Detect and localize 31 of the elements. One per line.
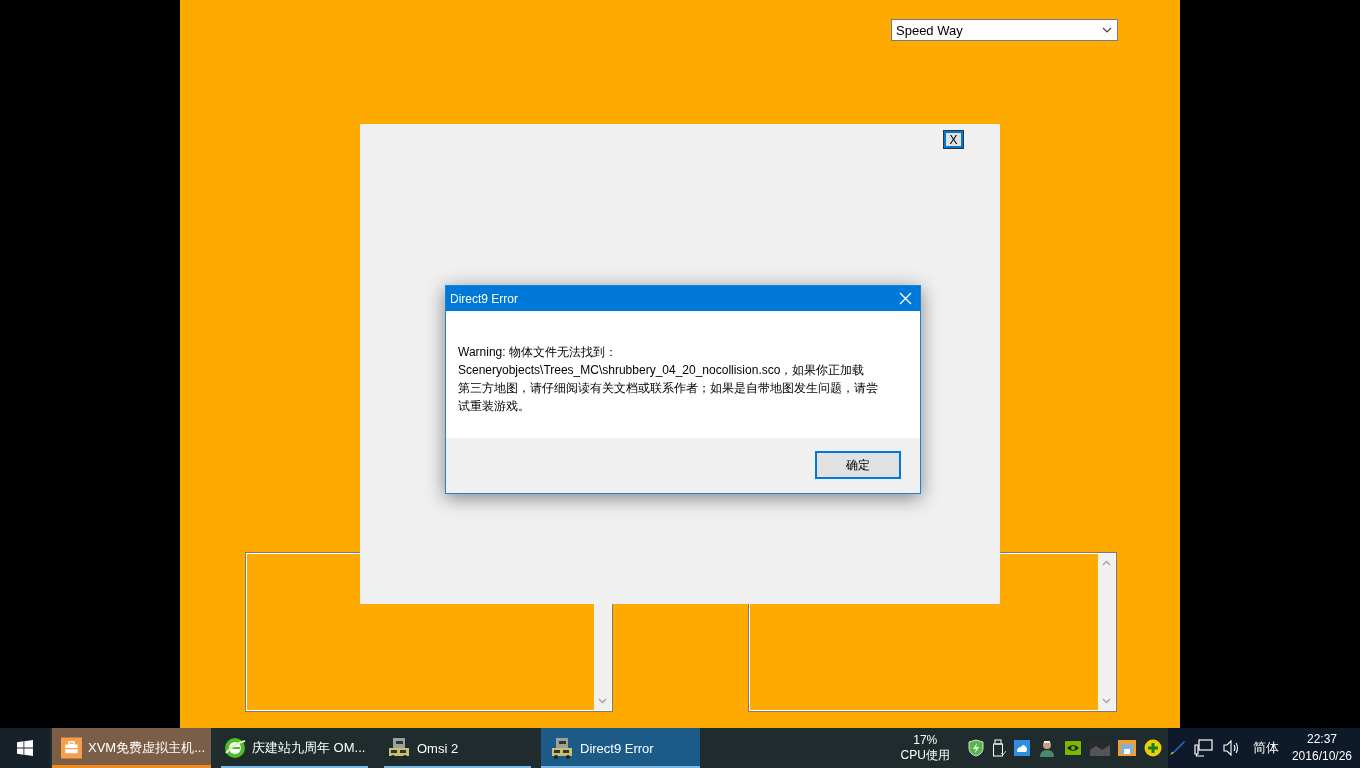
error-message: Warning: 物体文件无法找到： Sceneryobjects\Trees_MC\shrubbery_04_20_nocollision.sco，如果你正加载 第三方地图，请仔细阅读有关文档或联系作者；如果是自带地图发生问题，请尝 试重装游戏。 (458, 344, 879, 415)
dark-thumbnail-icon[interactable] (1089, 740, 1110, 756)
taskbar-button[interactable]: 庆建站九周年 OM... (215, 728, 374, 768)
clock[interactable]: 22:37 2016/10/26 (1291, 731, 1352, 765)
taskbar-button[interactable]: Omsi 2 (378, 728, 537, 768)
bus-icon (387, 736, 411, 760)
floppy-window-icon[interactable] (1117, 740, 1136, 756)
dialog-title: Direct9 Error (450, 291, 518, 306)
eye-logo-icon[interactable] (1063, 740, 1082, 756)
briefcase-icon (61, 736, 82, 760)
bus-icon (550, 736, 574, 760)
cpu-percent: 17% (913, 733, 938, 748)
plus-circle-icon[interactable] (1143, 739, 1162, 757)
cloud-app-icon[interactable] (1013, 740, 1030, 756)
windows-logo-icon (17, 740, 33, 756)
taskbar-button[interactable]: Direct9 Error (541, 728, 700, 768)
cpu-label: CPU使用 (900, 748, 950, 763)
input-language[interactable]: 简体 (1252, 739, 1279, 757)
ok-button[interactable]: 确定 (815, 451, 901, 479)
speaker-icon[interactable] (1222, 740, 1241, 756)
globe-icon (224, 737, 246, 759)
start-button[interactable] (0, 728, 50, 768)
network-icon[interactable] (1193, 739, 1214, 757)
person-icon[interactable] (1037, 739, 1056, 757)
map-dropdown[interactable]: Speed Way (891, 19, 1118, 41)
usb-drive-icon[interactable] (991, 739, 1006, 757)
close-button[interactable]: X (944, 131, 963, 148)
shield-icon[interactable] (967, 739, 984, 757)
pen-icon[interactable] (1168, 740, 1185, 756)
taskbar-button[interactable]: XVM免费虚拟主机... (52, 728, 211, 768)
chevron-down-icon (1102, 27, 1112, 33)
